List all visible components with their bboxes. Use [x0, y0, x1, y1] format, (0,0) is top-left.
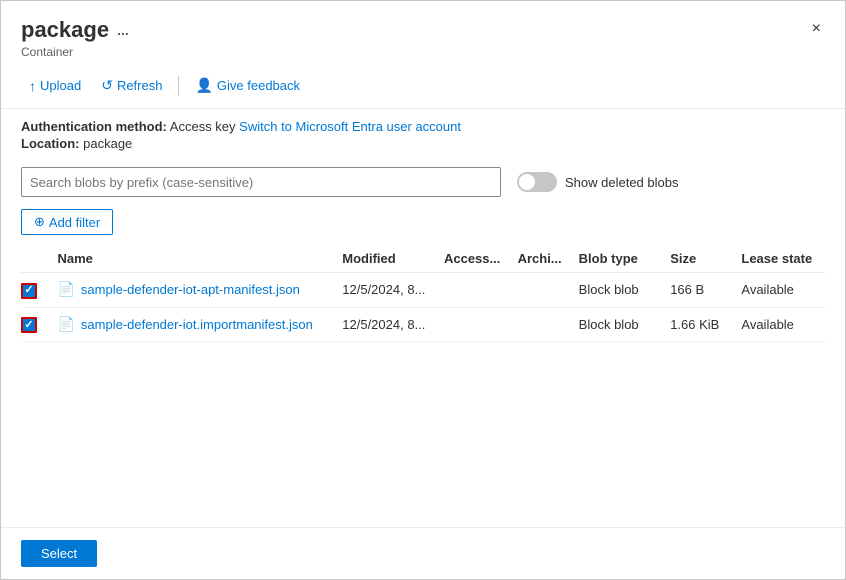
auth-section: Authentication method: Access key Switch… [1, 109, 845, 159]
row-lease-cell: Available [733, 273, 825, 308]
upload-icon: ↑ [29, 78, 36, 94]
filter-section: ⊕ Add filter [1, 203, 845, 243]
refresh-label: Refresh [117, 78, 163, 93]
col-header-blobtype: Blob type [571, 243, 663, 273]
col-header-lease: Lease state [733, 243, 825, 273]
row-blobtype-cell: Block blob [571, 273, 663, 308]
panel-title-text: package [21, 17, 109, 43]
add-filter-button[interactable]: ⊕ Add filter [21, 209, 113, 235]
add-filter-label: Add filter [49, 215, 100, 230]
row-size-cell: 1.66 KiB [662, 307, 733, 342]
row-lease-cell: Available [733, 307, 825, 342]
select-button[interactable]: Select [21, 540, 97, 567]
auth-method-value: Access key [170, 119, 236, 134]
col-header-modified: Modified [334, 243, 436, 273]
search-section: Show deleted blobs [1, 159, 845, 203]
auth-switch-link[interactable]: Switch to Microsoft Entra user account [239, 119, 461, 134]
file-link[interactable]: sample-defender-iot.importmanifest.json [81, 317, 313, 332]
feedback-icon: 👤 [195, 77, 212, 94]
row-access-cell [436, 273, 510, 308]
col-header-name: Name [49, 243, 334, 273]
col-header-access: Access... [436, 243, 510, 273]
panel-title: package ... [21, 17, 129, 43]
row-access-cell [436, 307, 510, 342]
auth-location-line: Location: package [21, 136, 825, 151]
check-icon: ✓ [24, 320, 33, 331]
col-header-checkbox [21, 243, 49, 273]
file-icon: 📄 [57, 316, 74, 333]
refresh-icon: ↺ [101, 77, 113, 94]
panel-header: package ... Container × [1, 1, 845, 67]
search-input[interactable] [21, 167, 501, 197]
refresh-button[interactable]: ↺ Refresh [93, 73, 170, 98]
file-link[interactable]: sample-defender-iot-apt-manifest.json [81, 282, 300, 297]
table-row: ✓ 📄 sample-defender-iot.importmanifest.jso… [21, 307, 825, 342]
table-row: ✓ 📄 sample-defender-iot-apt-manifest.json 1… [21, 273, 825, 308]
table-header-row: Name Modified Access... Archi... Blob ty… [21, 243, 825, 273]
auth-method-label: Authentication method: [21, 119, 167, 134]
row-size-cell: 166 B [662, 273, 733, 308]
upload-button[interactable]: ↑ Upload [21, 74, 89, 98]
row-archi-cell [510, 307, 571, 342]
feedback-label: Give feedback [217, 78, 300, 93]
upload-label: Upload [40, 78, 81, 93]
check-icon: ✓ [24, 285, 33, 296]
feedback-button[interactable]: 👤 Give feedback [187, 73, 308, 98]
col-header-size: Size [662, 243, 733, 273]
panel-title-ellipsis[interactable]: ... [117, 22, 129, 38]
auth-method-line: Authentication method: Access key Switch… [21, 119, 825, 134]
row-blobtype-cell: Block blob [571, 307, 663, 342]
auth-location-label: Location: [21, 136, 80, 151]
auth-location-value: package [83, 136, 132, 151]
panel: package ... Container × ↑ Upload ↺ Refre… [0, 0, 846, 580]
row-checkbox[interactable]: ✓ [21, 283, 37, 299]
col-header-archi: Archi... [510, 243, 571, 273]
toolbar-separator [178, 76, 179, 96]
show-deleted-label: Show deleted blobs [565, 175, 678, 190]
toolbar: ↑ Upload ↺ Refresh 👤 Give feedback [1, 67, 845, 109]
panel-subtitle: Container [21, 45, 129, 59]
row-modified-cell: 12/5/2024, 8... [334, 307, 436, 342]
row-checkbox-cell[interactable]: ✓ [21, 273, 49, 308]
row-modified-cell: 12/5/2024, 8... [334, 273, 436, 308]
row-name-cell: 📄 sample-defender-iot-apt-manifest.json [49, 273, 334, 308]
blobs-table: Name Modified Access... Archi... Blob ty… [21, 243, 825, 342]
table-section: Name Modified Access... Archi... Blob ty… [1, 243, 845, 527]
toggle-section: Show deleted blobs [517, 172, 678, 192]
close-button[interactable]: × [808, 17, 825, 41]
row-archi-cell [510, 273, 571, 308]
row-name-cell: 📄 sample-defender-iot.importmanifest.json [49, 307, 334, 342]
file-icon: 📄 [57, 281, 74, 298]
panel-title-section: package ... Container [21, 17, 129, 59]
show-deleted-toggle[interactable] [517, 172, 557, 192]
row-checkbox-cell[interactable]: ✓ [21, 307, 49, 342]
add-filter-icon: ⊕ [34, 214, 45, 230]
toggle-knob [519, 174, 535, 190]
row-checkbox[interactable]: ✓ [21, 317, 37, 333]
panel-footer: Select [1, 527, 845, 579]
